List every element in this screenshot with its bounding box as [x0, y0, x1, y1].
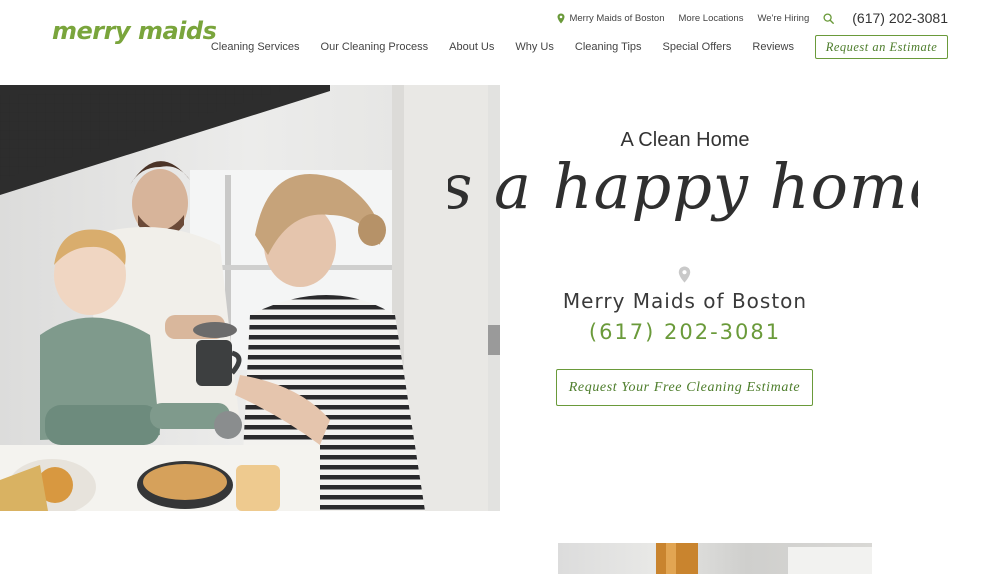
nav-why-us[interactable]: Why Us: [515, 41, 554, 53]
nav-special-offers[interactable]: Special Offers: [663, 41, 732, 53]
spray-bottle-illustration: [656, 543, 872, 574]
free-estimate-button[interactable]: Request Your Free Cleaning Estimate: [556, 369, 813, 406]
hero-phone-link[interactable]: (617) 202-3081: [500, 320, 870, 344]
hero-location-name: Merry Maids of Boston: [562, 289, 808, 313]
location-label: Merry Maids of Boston: [569, 12, 665, 24]
hero-pre-title: A Clean Home: [620, 129, 750, 151]
header-phone-link[interactable]: (617) 202-3081: [852, 10, 948, 26]
hero-script-text: is a happy home: [448, 150, 918, 223]
nav-reviews[interactable]: Reviews: [752, 41, 794, 53]
nav-cleaning-process[interactable]: Our Cleaning Process: [321, 41, 429, 53]
hiring-link[interactable]: We're Hiring: [757, 13, 809, 24]
nav-cleaning-tips[interactable]: Cleaning Tips: [575, 41, 642, 53]
hero-family-photo: [0, 85, 500, 511]
map-pin-icon: [678, 266, 691, 283]
utility-bar: Merry Maids of Boston More Locations We'…: [557, 10, 948, 26]
nav-about-us[interactable]: About Us: [449, 41, 494, 53]
more-locations-link[interactable]: More Locations: [679, 13, 744, 24]
map-pin-icon: [557, 13, 565, 23]
hero-script-title: is a happy home: [448, 150, 918, 223]
nav-cleaning-services[interactable]: Cleaning Services: [211, 41, 300, 53]
family-kitchen-illustration: [0, 85, 500, 511]
search-icon[interactable]: [823, 12, 835, 24]
location-link[interactable]: Merry Maids of Boston: [557, 12, 665, 24]
request-estimate-button[interactable]: Request an Estimate: [815, 35, 948, 59]
cleaning-product-image: [558, 543, 872, 574]
main-nav: Cleaning Services Our Cleaning Process A…: [190, 35, 948, 59]
